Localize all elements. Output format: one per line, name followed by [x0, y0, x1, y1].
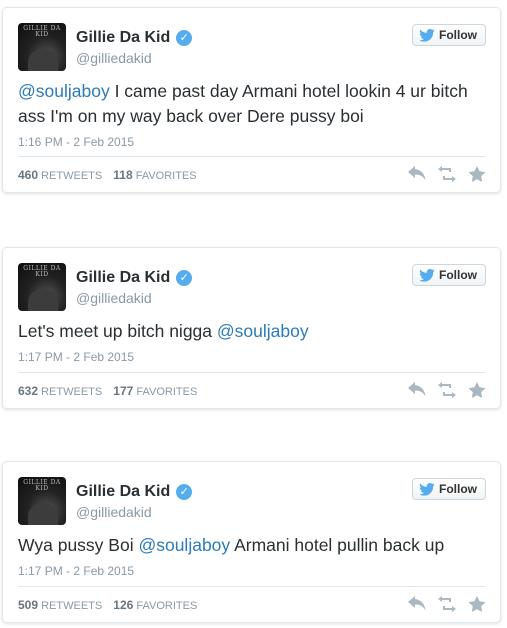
- retweet-count[interactable]: 460: [18, 168, 38, 182]
- favorite-star-icon[interactable]: [468, 382, 486, 398]
- tweet-stats: 509 RETWEETS 126 FAVORITES: [18, 598, 205, 612]
- tweet-actions: [396, 596, 486, 612]
- divider: [18, 586, 485, 587]
- twitter-bird-icon: [419, 28, 435, 42]
- favorite-count[interactable]: 177: [113, 384, 133, 398]
- retweet-icon[interactable]: [438, 166, 456, 182]
- favorite-label: FAVORITES: [135, 170, 197, 182]
- retweet-label: RETWEETS: [41, 600, 103, 612]
- verified-badge-icon: ✓: [176, 484, 193, 500]
- avatar-silhouette: [28, 49, 58, 71]
- reply-icon[interactable]: [408, 166, 426, 182]
- tweet-stats: 632 RETWEETS 177 FAVORITES: [18, 384, 205, 398]
- author-name-row: Gillie Da Kid ✓: [76, 267, 193, 289]
- tweet-actions: [396, 166, 486, 182]
- author-name[interactable]: Gillie Da Kid: [76, 483, 170, 501]
- retweet-icon[interactable]: [438, 382, 456, 398]
- tweet-body: Wya pussy Boi: [18, 535, 139, 555]
- reply-icon[interactable]: [408, 596, 426, 612]
- follow-label: Follow: [439, 268, 477, 282]
- favorite-count[interactable]: 126: [113, 598, 133, 612]
- retweet-icon[interactable]: [438, 596, 456, 612]
- author-name[interactable]: Gillie Da Kid: [76, 269, 170, 287]
- retweet-count[interactable]: 509: [18, 598, 38, 612]
- author-handle[interactable]: @gilliedakid: [76, 50, 152, 66]
- avatar-silhouette: [28, 289, 58, 311]
- divider: [18, 372, 485, 373]
- follow-label: Follow: [439, 482, 477, 496]
- favorite-star-icon[interactable]: [468, 166, 486, 182]
- favorite-count[interactable]: 118: [113, 168, 132, 182]
- avatar-text: GILLIE DA KID: [23, 265, 61, 278]
- retweet-count[interactable]: 632: [18, 384, 38, 398]
- avatar[interactable]: GILLIE DA KID: [18, 23, 66, 71]
- tweet-stats: 460 RETWEETS 118 FAVORITES: [18, 168, 205, 182]
- follow-button[interactable]: Follow: [412, 264, 486, 286]
- tweet-text: Let's meet up bitch nigga @souljaboy: [18, 319, 485, 344]
- divider: [18, 156, 485, 157]
- tweet-card: GILLIE DA KID Gillie Da Kid ✓ @gilliedak…: [2, 461, 501, 623]
- tweet-card: GILLIE DA KID Gillie Da Kid ✓ @gilliedak…: [2, 7, 501, 193]
- retweet-label: RETWEETS: [41, 170, 103, 182]
- tweet-text: @souljaboy I came past day Armani hotel …: [18, 79, 485, 129]
- twitter-bird-icon: [419, 482, 435, 496]
- tweet-text: Wya pussy Boi @souljaboy Armani hotel pu…: [18, 533, 485, 558]
- avatar-text: GILLIE DA KID: [23, 479, 61, 492]
- reply-icon[interactable]: [408, 382, 426, 398]
- tweet-timestamp[interactable]: 1:16 PM - 2 Feb 2015: [18, 135, 134, 149]
- mention-link[interactable]: @souljaboy: [217, 321, 309, 341]
- author-handle[interactable]: @gilliedakid: [76, 290, 152, 306]
- follow-button[interactable]: Follow: [412, 478, 486, 500]
- verified-badge-icon: ✓: [176, 30, 193, 46]
- avatar-silhouette: [28, 503, 58, 525]
- tweet-timestamp[interactable]: 1:17 PM - 2 Feb 2015: [18, 564, 134, 578]
- favorite-star-icon[interactable]: [468, 596, 486, 612]
- favorite-label: FAVORITES: [136, 386, 198, 398]
- follow-button[interactable]: Follow: [412, 24, 486, 46]
- follow-label: Follow: [439, 28, 477, 42]
- verified-badge-icon: ✓: [176, 270, 193, 286]
- tweet-timestamp[interactable]: 1:17 PM - 2 Feb 2015: [18, 350, 134, 364]
- author-handle[interactable]: @gilliedakid: [76, 504, 152, 520]
- mention-link[interactable]: @souljaboy: [138, 535, 230, 555]
- avatar[interactable]: GILLIE DA KID: [18, 263, 66, 311]
- author-name-row: Gillie Da Kid ✓: [76, 27, 193, 49]
- favorite-label: FAVORITES: [136, 600, 198, 612]
- mention-link[interactable]: @souljaboy: [18, 81, 110, 101]
- tweet-actions: [396, 382, 486, 398]
- avatar-text: GILLIE DA KID: [23, 25, 61, 38]
- avatar[interactable]: GILLIE DA KID: [18, 477, 66, 525]
- tweet-card: GILLIE DA KID Gillie Da Kid ✓ @gilliedak…: [2, 247, 501, 409]
- retweet-label: RETWEETS: [41, 386, 103, 398]
- twitter-bird-icon: [419, 268, 435, 282]
- tweet-body-rest: Armani hotel pullin back up: [230, 535, 445, 555]
- tweet-body: Let's meet up bitch nigga: [18, 321, 217, 341]
- author-name[interactable]: Gillie Da Kid: [76, 29, 170, 47]
- author-name-row: Gillie Da Kid ✓: [76, 481, 193, 503]
